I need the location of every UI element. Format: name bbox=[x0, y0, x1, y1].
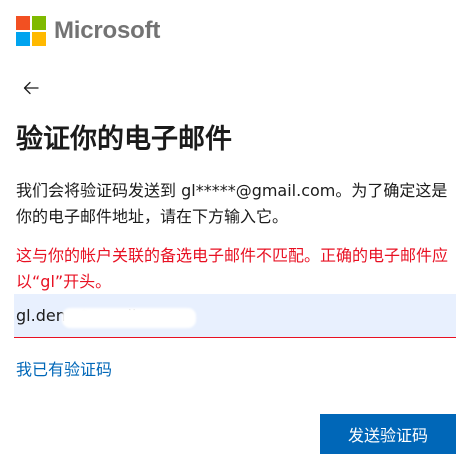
description-text: 我们会将验证码发送到 gl*****@gmail.com。为了确定这是你的电子邮… bbox=[16, 181, 448, 226]
email-field-container bbox=[14, 294, 456, 338]
send-code-button[interactable]: 发送验证码 bbox=[320, 414, 456, 454]
have-code-link[interactable]: 我已有验证码 bbox=[16, 358, 112, 382]
email-input[interactable] bbox=[14, 294, 456, 337]
logo-square-red bbox=[16, 16, 30, 30]
arrow-left-icon bbox=[23, 81, 39, 95]
error-message: 这与你的帐户关联的备选电子邮件不匹配。正确的电子邮件应以“gl”开头。 bbox=[16, 246, 449, 291]
back-button[interactable] bbox=[18, 75, 44, 101]
verify-email-page: Microsoft 验证你的电子邮件 我们会将验证码发送到 gl*****@gm… bbox=[0, 0, 470, 468]
logo-square-blue bbox=[16, 32, 30, 46]
logo-square-green bbox=[32, 16, 46, 30]
microsoft-logo-icon bbox=[16, 16, 46, 46]
microsoft-logo: Microsoft bbox=[16, 16, 160, 46]
brand-name: Microsoft bbox=[54, 17, 161, 44]
logo-square-yellow bbox=[32, 32, 46, 46]
page-title: 验证你的电子邮件 bbox=[16, 124, 232, 155]
